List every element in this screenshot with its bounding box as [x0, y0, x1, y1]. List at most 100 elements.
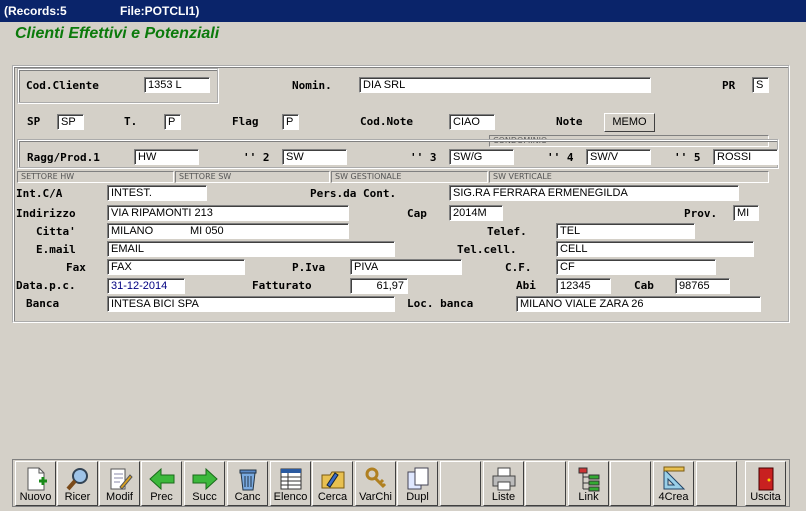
ragg-prod-5-field[interactable]: ROSSI [713, 149, 778, 165]
records-count: (Records:5 [4, 4, 67, 18]
dupl-label: Dupl [406, 491, 429, 503]
sp-label: SP [27, 115, 41, 128]
ragg-frame [17, 139, 779, 169]
tel-cell-field[interactable]: CELL [556, 241, 754, 257]
fatturato-field[interactable]: 61,97 [350, 278, 408, 294]
cod-note-label: Cod.Note [360, 115, 413, 128]
trash-icon [239, 469, 256, 491]
fax-field[interactable]: FAX [107, 259, 245, 275]
loc-banca-field[interactable]: MILANO VIALE ZARA 26 [516, 296, 761, 312]
indirizzo-field[interactable]: VIA RIPAMONTI 213 [107, 205, 349, 221]
table-list-icon [280, 468, 301, 490]
nomin-label: Nomin. [292, 79, 332, 92]
t-label: T. [124, 115, 138, 128]
telef-label: Telef. [487, 225, 527, 238]
t-field[interactable]: P [164, 114, 181, 130]
exit-door-icon [758, 467, 773, 491]
sp-field[interactable]: SP [57, 114, 84, 130]
data-pc-label: Data.p.c. [16, 279, 76, 292]
elenco-label: Elenco [273, 491, 308, 503]
canc-button[interactable]: Canc [227, 461, 268, 506]
liste-label: Liste [491, 491, 516, 503]
cap-field[interactable]: 2014M [449, 205, 503, 221]
cf-field[interactable]: CF [556, 259, 716, 275]
banca-label: Banca [26, 297, 60, 310]
link-tree-icon [578, 467, 599, 492]
nomin-field[interactable]: DIA SRL [359, 77, 651, 93]
modif-label: Modif [106, 491, 133, 503]
piva-label: P.Iva [292, 261, 326, 274]
cab-field[interactable]: 98765 [675, 278, 730, 294]
crea-label: 4Crea [658, 491, 689, 503]
citta-code: MI 050 [190, 225, 224, 237]
cod-cliente-field[interactable]: 1353 L [144, 77, 210, 93]
dupl-button[interactable]: Dupl [397, 461, 438, 506]
empty-slot-1 [440, 461, 481, 506]
flag-label: Flag [232, 115, 259, 128]
printer-icon [492, 467, 515, 491]
nuovo-button[interactable]: Nuovo [15, 461, 56, 506]
int-ca-label: Int.C/A [16, 187, 63, 200]
citta-field[interactable]: MILANO MI 050 [107, 223, 349, 239]
crea-button[interactable]: 4Crea [653, 461, 694, 506]
piva-field[interactable]: PIVA [350, 259, 462, 275]
elenco-button[interactable]: Elenco [270, 461, 311, 506]
succ-button[interactable]: Succ [184, 461, 225, 506]
edit-document-icon [110, 468, 133, 490]
fatturato-label: Fatturato [252, 279, 312, 292]
search-folder-icon [321, 471, 344, 489]
cod-note-field[interactable]: CIAO [449, 114, 495, 130]
abi-field[interactable]: 12345 [556, 278, 611, 294]
ragg-prod-5-label: '' 5 [674, 151, 701, 164]
ragg-prod-1-label: Ragg/Prod.1 [27, 151, 100, 164]
flag-field[interactable]: P [282, 114, 299, 130]
banca-field[interactable]: INTESA BICI SPA [107, 296, 395, 312]
citta-label: Citta' [36, 225, 76, 238]
cerca-button[interactable]: Cerca [312, 461, 353, 506]
ragg-prod-2-field[interactable]: SW [282, 149, 347, 165]
liste-button[interactable]: Liste [483, 461, 524, 506]
pr-label: PR [722, 79, 736, 92]
indirizzo-label: Indirizzo [16, 207, 76, 220]
pr-field[interactable]: S [752, 77, 769, 93]
canc-label: Canc [234, 491, 261, 503]
empty-slot-4 [696, 461, 737, 506]
email-field[interactable]: EMAIL [107, 241, 395, 257]
loc-banca-label: Loc. banca [407, 297, 474, 310]
ragg-prod-2-label: '' 2 [243, 151, 270, 164]
window-titlebar: (Records:5 File:POTCLI1) [0, 0, 806, 22]
cab-label: Cab [634, 279, 654, 292]
varchi-label: VarChi [359, 491, 392, 503]
duplicate-icon [407, 467, 428, 490]
memo-button[interactable]: MEMO [604, 113, 655, 132]
pers-da-cont-label: Pers.da Cont. [310, 187, 397, 200]
page-title: Clienti Effettivi e Potenziali [15, 25, 220, 42]
pers-da-cont-field[interactable]: SIG.RA FERRARA ERMENEGILDA [449, 185, 739, 201]
link-button[interactable]: Link [568, 461, 609, 506]
ragg-prod-1-field[interactable]: HW [134, 149, 199, 165]
ragg-prod-3-label: '' 3 [410, 151, 437, 164]
cap-label: Cap [407, 207, 427, 220]
uscita-button[interactable]: Uscita [745, 461, 786, 506]
cf-label: C.F. [505, 261, 532, 274]
cod-cliente-label: Cod.Cliente [26, 79, 99, 92]
prec-button[interactable]: Prec [141, 461, 182, 506]
int-ca-field[interactable]: INTEST. [107, 185, 207, 201]
ragg-prod-4-field[interactable]: SW/V [586, 149, 651, 165]
ricer-button[interactable]: Ricer [57, 461, 98, 506]
sw-gestionale-label: SW GESTIONALE [331, 171, 488, 183]
note-label: Note [556, 115, 583, 128]
ragg-prod-3-field[interactable]: SW/G [449, 149, 514, 165]
file-name: File:POTCLI1) [120, 4, 200, 18]
uscita-label: Uscita [750, 491, 781, 503]
prec-label: Prec [150, 491, 173, 503]
data-pc-field[interactable]: 31-12-2014 [107, 278, 185, 294]
telef-field[interactable]: TEL [556, 223, 695, 239]
prov-field[interactable]: MI [733, 205, 759, 221]
succ-label: Succ [192, 491, 217, 503]
email-label: E.mail [36, 243, 76, 256]
varchi-button[interactable]: VarChi [355, 461, 396, 506]
modif-button[interactable]: Modif [99, 461, 140, 506]
citta-value: MILANO [111, 225, 154, 237]
magnifier-icon [65, 468, 88, 491]
